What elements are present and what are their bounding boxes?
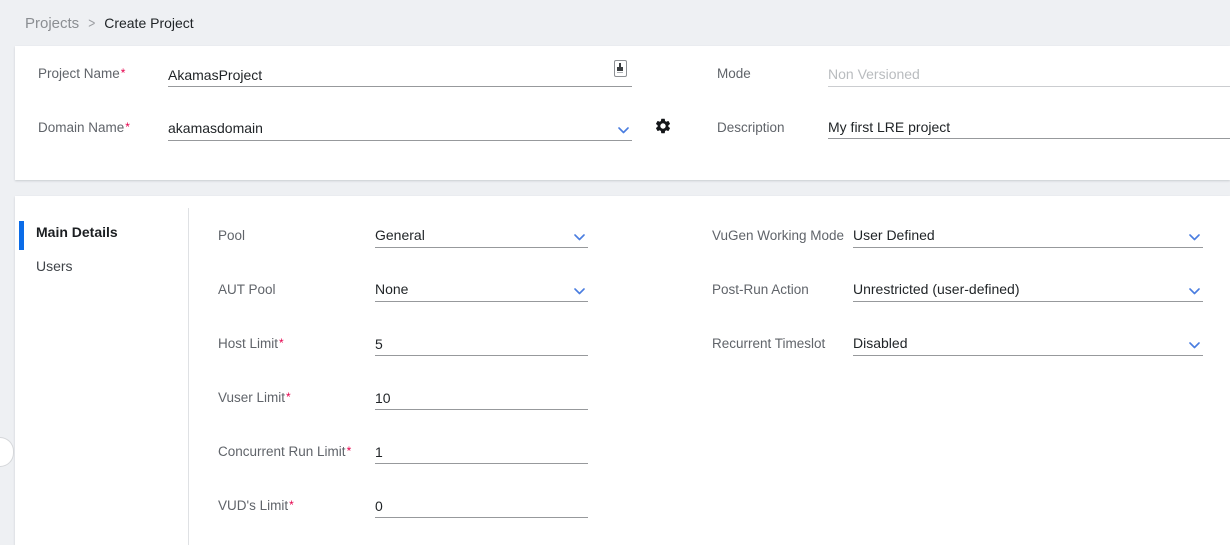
- concurrent-run-limit-field: [375, 436, 588, 464]
- post-run-action-label: Post-Run Action: [712, 282, 809, 297]
- project-name-input[interactable]: [168, 67, 632, 83]
- concurrent-run-limit-label: Concurrent Run Limit*: [218, 444, 351, 459]
- required-asterisk: *: [125, 120, 130, 134]
- vuds-limit-field: [375, 490, 588, 518]
- breadcrumb: Projects > Create Project: [0, 0, 1230, 46]
- breadcrumb-current-page: Create Project: [104, 15, 193, 31]
- project-name-label: Project Name*: [38, 66, 125, 81]
- chevron-down-icon: [1189, 288, 1200, 295]
- chevron-down-icon: [1189, 234, 1200, 241]
- chevron-down-icon: [1189, 342, 1200, 349]
- project-name-field: [168, 59, 632, 87]
- recurrent-timeslot-label: Recurrent Timeslot: [712, 336, 825, 351]
- mode-label: Mode: [717, 66, 751, 81]
- chevron-down-icon: [574, 234, 585, 241]
- create-project-page: Projects > Create Project Project Name* …: [0, 0, 1230, 545]
- host-limit-label: Host Limit*: [218, 336, 284, 351]
- selected-item-accent-bar: [19, 221, 24, 250]
- concurrent-run-limit-input[interactable]: [375, 444, 588, 460]
- post-run-action-select[interactable]: Unrestricted (user-defined): [853, 274, 1203, 302]
- aut-pool-select[interactable]: None: [375, 274, 588, 302]
- description-field: [828, 111, 1230, 139]
- vuser-limit-input[interactable]: [375, 390, 588, 406]
- vuds-limit-label: VUD's Limit*: [218, 498, 294, 513]
- panel-collapse-handle[interactable]: [0, 437, 14, 467]
- vuser-limit-field: [375, 382, 588, 410]
- vuds-limit-input[interactable]: [375, 498, 588, 514]
- aut-pool-label: AUT Pool: [218, 282, 276, 297]
- chevron-right-icon: >: [88, 14, 95, 32]
- vuser-limit-label: Vuser Limit*: [218, 390, 291, 405]
- host-limit-input[interactable]: [375, 336, 588, 352]
- domain-name-label: Domain Name*: [38, 120, 130, 135]
- required-asterisk: *: [347, 444, 352, 458]
- project-header-card: Project Name* Domain Name* akamasdomain …: [15, 46, 1230, 180]
- sidebar-item-users[interactable]: Users: [36, 258, 73, 274]
- mode-field: Non Versioned: [828, 59, 1230, 87]
- sidebar-divider: [188, 208, 189, 545]
- required-asterisk: *: [279, 336, 284, 350]
- required-asterisk: *: [286, 390, 291, 404]
- domain-name-select[interactable]: akamasdomain: [168, 113, 632, 141]
- vugen-working-mode-label: VuGen Working Mode: [712, 228, 844, 243]
- sidebar-item-main-details[interactable]: Main Details: [36, 224, 118, 240]
- project-details-card: Main Details Users Pool General AUT Pool…: [15, 196, 1230, 545]
- breadcrumb-projects-link[interactable]: Projects: [25, 15, 79, 32]
- chevron-down-icon: [618, 127, 629, 134]
- chevron-down-icon: [574, 288, 585, 295]
- required-asterisk: *: [289, 498, 294, 512]
- vugen-working-mode-select[interactable]: User Defined: [853, 220, 1203, 248]
- description-input[interactable]: [828, 119, 1230, 135]
- pool-label: Pool: [218, 228, 245, 243]
- pool-select[interactable]: General: [375, 220, 588, 248]
- description-label: Description: [717, 120, 785, 135]
- required-asterisk: *: [121, 66, 126, 80]
- domain-settings-gear-icon[interactable]: [654, 117, 672, 135]
- host-limit-field: [375, 328, 588, 356]
- field-badge-icon: [614, 60, 627, 77]
- recurrent-timeslot-select[interactable]: Disabled: [853, 328, 1203, 356]
